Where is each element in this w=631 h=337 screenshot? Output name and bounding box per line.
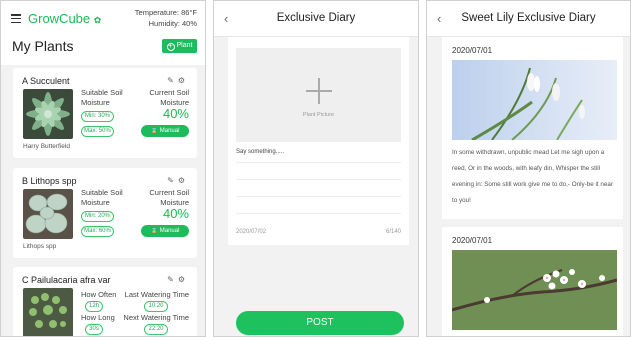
- edit-icon[interactable]: ✎: [167, 275, 178, 284]
- card-actions: ✎⚙: [167, 176, 189, 185]
- diary-text-input[interactable]: Say something.....: [236, 149, 284, 155]
- page-title: Sweet Lily Exclusive Diary: [461, 12, 596, 24]
- menu-icon[interactable]: [11, 14, 21, 24]
- entry-date: 2020/07/01: [452, 236, 493, 245]
- divider: [236, 196, 401, 197]
- environment-readout: Temperature: 86°F Humidity: 40%: [135, 7, 197, 29]
- current-moisture-label: Current Soil Moisture: [149, 188, 189, 207]
- entry-date: 2020/07/01: [452, 46, 493, 55]
- min-moisture-badge: Min: 20%: [81, 211, 114, 222]
- moisture-value: 40%: [162, 106, 189, 121]
- card-actions: ✎⚙: [167, 76, 189, 85]
- plus-circle-icon: +: [166, 43, 175, 51]
- temperature: Temperature: 86°F: [134, 8, 197, 17]
- manual-label: Manual: [159, 128, 180, 134]
- plant-card[interactable]: C Pailulacaria afra var ✎⚙ How Often 12h…: [13, 267, 197, 336]
- diary-date: 2020/07/02: [236, 229, 267, 235]
- nav-bar: ‹ Exclusive Diary: [214, 1, 418, 37]
- current-moisture-label: Current Soil Moisture: [149, 88, 189, 107]
- edit-icon[interactable]: ✎: [167, 176, 178, 185]
- my-plants-screen: GrowCube ✿ Temperature: 86°F Humidity: 4…: [0, 0, 206, 337]
- max-moisture-badge: Max: 60%: [81, 226, 114, 237]
- add-photo-button[interactable]: Plant Picture: [236, 48, 401, 142]
- char-count: 6/140: [385, 229, 401, 235]
- gear-icon[interactable]: ⚙: [178, 176, 189, 185]
- page-title: Exclusive Diary: [276, 12, 356, 24]
- last-watering-label: Last Watering Time: [124, 290, 189, 299]
- post-button[interactable]: POST: [236, 311, 404, 335]
- water-icon: ⌛: [150, 128, 159, 134]
- entry-photo: [452, 250, 617, 330]
- suitable-moisture-label: Suitable Soil Moisture: [81, 88, 123, 107]
- suitable-moisture-label: Suitable Soil Moisture: [81, 188, 123, 207]
- plant-caption: Lithops spp: [23, 243, 57, 250]
- min-moisture-badge: Min: 30%: [81, 111, 114, 122]
- brand-name: GrowCube: [28, 11, 91, 26]
- add-plant-button[interactable]: + Plant: [162, 39, 197, 53]
- exclusive-diary-screen: ‹ Exclusive Diary Plant Picture Say some…: [213, 0, 419, 337]
- manual-label: Manual: [159, 228, 180, 234]
- manual-water-button[interactable]: ⌛ Manual: [141, 125, 189, 137]
- top-bar: GrowCube ✿ Temperature: 86°F Humidity: 4…: [1, 1, 205, 65]
- how-often-value: 12h: [85, 301, 103, 312]
- divider: [236, 179, 401, 180]
- next-watering-label: Next Watering Time: [123, 313, 189, 322]
- divider: [236, 213, 401, 214]
- brand-logo: GrowCube ✿: [28, 11, 101, 26]
- diary-entry[interactable]: 2020/07/01 In some withdrawn, unpublic m…: [442, 37, 623, 219]
- diary-editor: Plant Picture Say something..... 2020/07…: [228, 37, 409, 245]
- plant-caption: Harry Butterfield: [23, 143, 70, 150]
- how-long-label: How Long: [81, 313, 115, 322]
- photo-caption: Plant Picture: [302, 112, 335, 118]
- edit-icon[interactable]: ✎: [167, 76, 178, 85]
- divider: [236, 162, 401, 163]
- entry-text: In some withdrawn, unpublic mead Let me …: [452, 149, 613, 204]
- entry-photo: [452, 60, 617, 140]
- max-moisture-badge: Max: 50%: [81, 126, 114, 137]
- plant-name: B Lithops spp: [22, 176, 77, 186]
- nav-bar: ‹ Sweet Lily Exclusive Diary: [427, 1, 630, 37]
- plant-name: C Pailulacaria afra var: [22, 275, 111, 285]
- diary-entry[interactable]: 2020/07/01: [442, 227, 623, 336]
- plant-photo: [23, 189, 73, 239]
- humidity: Humidity: 40%: [148, 19, 197, 28]
- card-actions: ✎⚙: [167, 275, 189, 284]
- plus-icon: [306, 78, 332, 104]
- leaf-icon: ✿: [93, 15, 102, 25]
- plant-photo: [23, 89, 73, 139]
- how-often-label: How Often: [81, 290, 117, 299]
- plant-card[interactable]: B Lithops spp ✎⚙ Suitable Soil Moisture …: [13, 168, 197, 258]
- plant-name: A Succulent: [22, 76, 70, 86]
- last-watering-value: 10:20: [144, 301, 168, 312]
- plant-card[interactable]: A Succulent ✎⚙ Suitable Soil Moisture Cu…: [13, 68, 197, 158]
- add-plant-label: Plant: [176, 42, 193, 49]
- gear-icon[interactable]: ⚙: [178, 275, 189, 284]
- water-icon: ⌛: [150, 228, 159, 234]
- how-long-value: 30s: [85, 324, 103, 335]
- moisture-value: 40%: [162, 206, 189, 221]
- lily-diary-screen: ‹ Sweet Lily Exclusive Diary 2020/07/01: [426, 0, 631, 337]
- gear-icon[interactable]: ⚙: [178, 76, 189, 85]
- manual-water-button[interactable]: ⌛ Manual: [141, 225, 189, 237]
- plant-photo: [23, 288, 73, 336]
- next-watering-value: 22:20: [144, 324, 168, 335]
- page-title: My Plants: [12, 38, 74, 54]
